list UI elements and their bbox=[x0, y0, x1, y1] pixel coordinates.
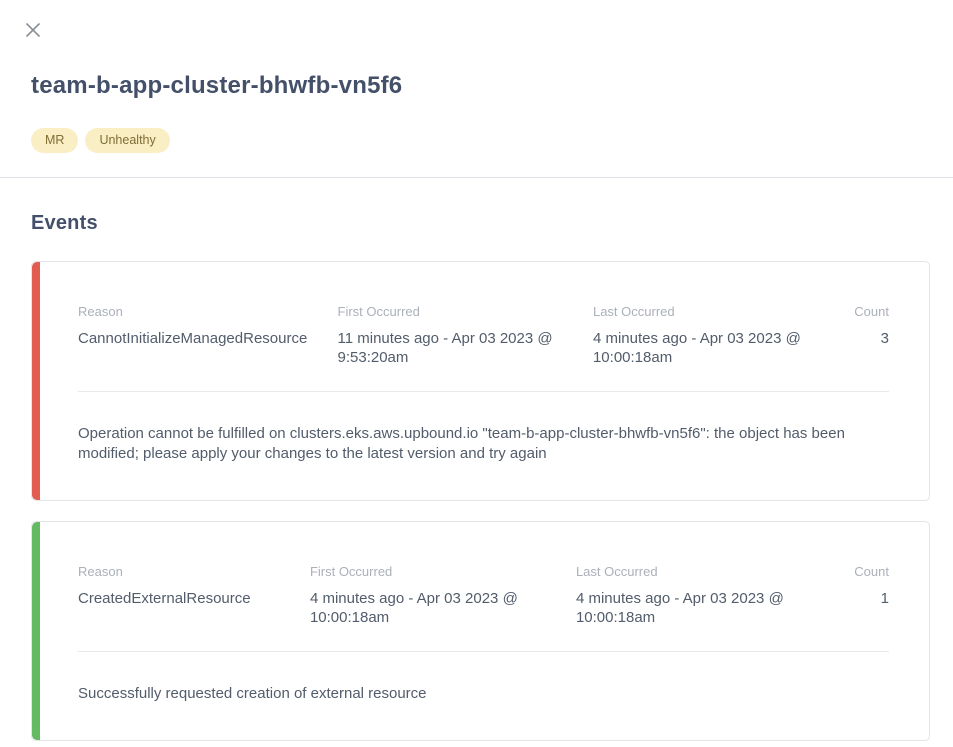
status-badge-unhealthy: Unhealthy bbox=[85, 128, 169, 153]
event-first-occurred-cell: First Occurred 11 minutes ago - Apr 03 2… bbox=[338, 304, 593, 367]
column-header-reason: Reason bbox=[78, 304, 324, 320]
card-divider bbox=[78, 651, 889, 652]
resource-detail-drawer: team-b-app-cluster-bhwfb-vn5f6 MR Unheal… bbox=[0, 0, 953, 747]
event-first-occurred-cell: First Occurred 4 minutes ago - Apr 03 20… bbox=[310, 564, 576, 627]
event-message: Operation cannot be fulfilled on cluster… bbox=[78, 424, 889, 464]
card-divider bbox=[78, 391, 889, 392]
error-accent-bar bbox=[32, 262, 40, 500]
event-table: Reason CreatedExternalResource First Occ… bbox=[78, 564, 889, 627]
events-list: Reason CannotInitializeManagedResource F… bbox=[31, 261, 930, 741]
column-header-count: Count bbox=[829, 304, 889, 320]
event-last-occurred-value: 4 minutes ago - Apr 03 2023 @ 10:00:18am bbox=[576, 589, 815, 627]
event-count-value: 1 bbox=[829, 589, 889, 608]
event-card-error: Reason CannotInitializeManagedResource F… bbox=[31, 261, 930, 501]
event-message: Successfully requested creation of exter… bbox=[78, 684, 889, 704]
status-badge-mr: MR bbox=[31, 128, 78, 153]
event-reason-value: CreatedExternalResource bbox=[78, 589, 296, 608]
event-reason-cell: Reason CannotInitializeManagedResource bbox=[78, 304, 338, 367]
header-divider bbox=[0, 177, 953, 178]
event-first-occurred-value: 4 minutes ago - Apr 03 2023 @ 10:00:18am bbox=[310, 589, 562, 627]
page-title: team-b-app-cluster-bhwfb-vn5f6 bbox=[31, 73, 922, 98]
event-reason-value: CannotInitializeManagedResource bbox=[78, 329, 324, 348]
event-count-value: 3 bbox=[829, 329, 889, 348]
events-section-heading: Events bbox=[31, 212, 953, 235]
close-icon[interactable] bbox=[24, 21, 42, 39]
event-last-occurred-value: 4 minutes ago - Apr 03 2023 @ 10:00:18am bbox=[593, 329, 815, 367]
success-accent-bar bbox=[32, 522, 40, 740]
column-header-last-occurred: Last Occurred bbox=[576, 564, 815, 580]
event-last-occurred-cell: Last Occurred 4 minutes ago - Apr 03 202… bbox=[576, 564, 829, 627]
event-first-occurred-value: 11 minutes ago - Apr 03 2023 @ 9:53:20am bbox=[338, 329, 579, 367]
column-header-count: Count bbox=[829, 564, 889, 580]
badge-row: MR Unhealthy bbox=[31, 128, 953, 153]
event-card-success: Reason CreatedExternalResource First Occ… bbox=[31, 521, 930, 741]
event-count-cell: Count 3 bbox=[829, 304, 889, 367]
event-table: Reason CannotInitializeManagedResource F… bbox=[78, 304, 889, 367]
column-header-last-occurred: Last Occurred bbox=[593, 304, 815, 320]
event-last-occurred-cell: Last Occurred 4 minutes ago - Apr 03 202… bbox=[593, 304, 829, 367]
column-header-first-occurred: First Occurred bbox=[310, 564, 562, 580]
event-reason-cell: Reason CreatedExternalResource bbox=[78, 564, 310, 627]
event-count-cell: Count 1 bbox=[829, 564, 889, 627]
column-header-reason: Reason bbox=[78, 564, 296, 580]
column-header-first-occurred: First Occurred bbox=[338, 304, 579, 320]
